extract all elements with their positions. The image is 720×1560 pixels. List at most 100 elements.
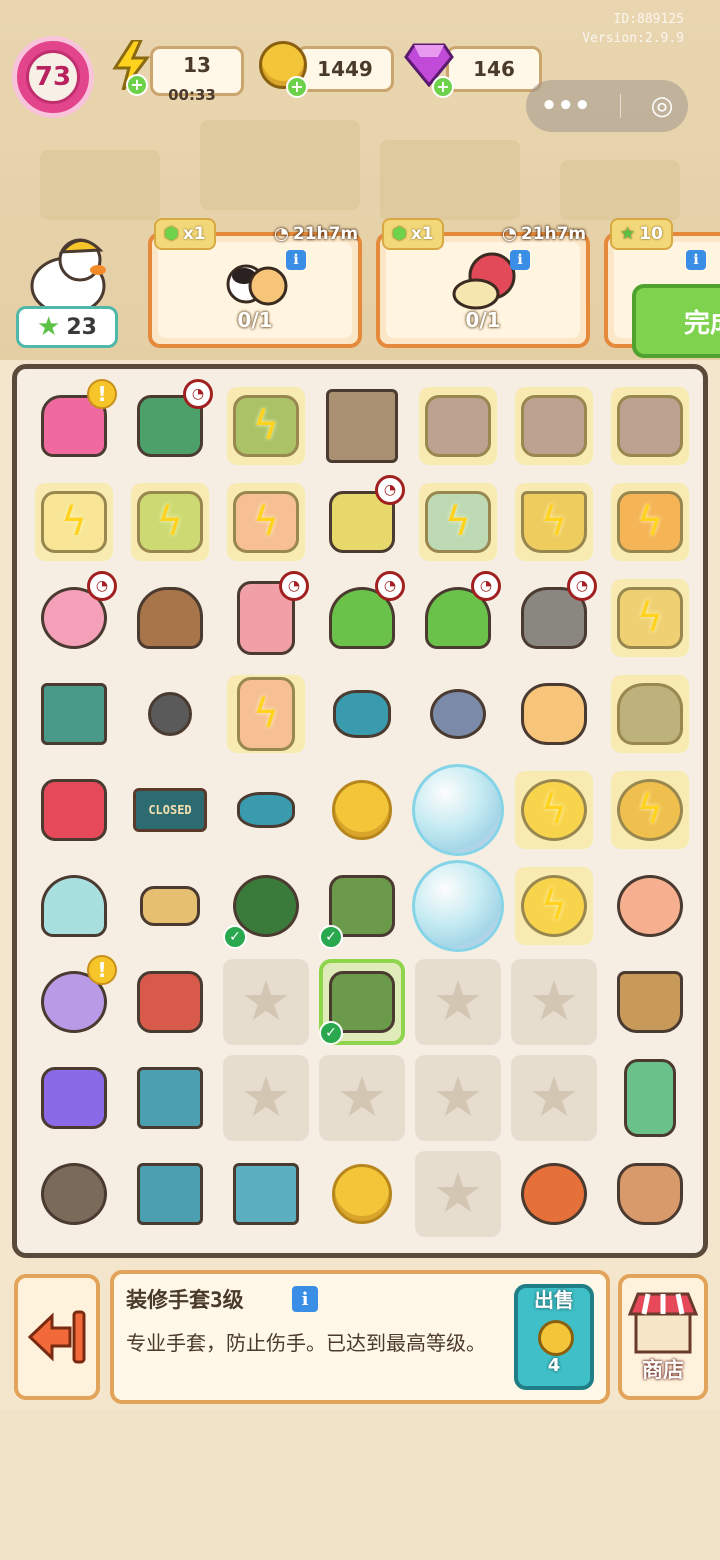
empty-board-cell[interactable]: [511, 959, 597, 1045]
item-water-gun[interactable]: [31, 1055, 117, 1141]
item-flamingo-float[interactable]: ◔: [31, 571, 117, 661]
order-card-2[interactable]: ⬢ x1 ◔ 21h7m i 0/1: [376, 218, 590, 348]
clock-icon: ◔: [87, 571, 117, 601]
star-counter[interactable]: ★ 23: [16, 306, 118, 348]
item-cat-basket-locked[interactable]: ϟ: [607, 575, 693, 661]
more-options-icon[interactable]: •••: [541, 91, 591, 121]
background-shelf: [380, 140, 520, 220]
item-wicker-basket[interactable]: [607, 959, 693, 1045]
gem-value: 146: [473, 57, 515, 81]
complete-order-button[interactable]: 完成: [632, 284, 720, 358]
item-pink-fridge-locked[interactable]: ϟ: [223, 479, 309, 565]
item-gold-coins-locked[interactable]: ϟ: [511, 863, 597, 949]
item-potted-tree[interactable]: ◔: [415, 571, 501, 661]
order-info-button[interactable]: i: [686, 250, 706, 270]
energy-value: 13: [183, 53, 211, 77]
gem-counter[interactable]: 146: [446, 46, 542, 92]
item-pink-fridge[interactable]: ◔: [223, 571, 309, 661]
item-barbell-bench[interactable]: [223, 1151, 309, 1237]
exit-button[interactable]: [14, 1274, 100, 1400]
item-small-puddle[interactable]: [223, 767, 309, 853]
empty-board-cell[interactable]: [223, 1055, 309, 1141]
item-title-text: 装修手套3级: [126, 1288, 244, 1312]
item-garbage-bag-locked[interactable]: [607, 671, 693, 757]
item-hamster[interactable]: [511, 671, 597, 757]
empty-board-cell[interactable]: [223, 959, 309, 1045]
item-work-gloves[interactable]: ✓: [319, 863, 405, 949]
item-green-box-locked[interactable]: ϟ: [223, 383, 309, 469]
clock-icon: ◔: [183, 379, 213, 409]
item-angle-grinder[interactable]: ✓: [223, 863, 309, 949]
item-exercise-bench[interactable]: [127, 1055, 213, 1141]
item-bubble-tape-measure[interactable]: [412, 860, 504, 952]
check-icon: ✓: [319, 925, 343, 949]
item-unicorn-float[interactable]: !: [31, 955, 117, 1045]
item-key-with-tag[interactable]: [127, 863, 213, 949]
item-work-gloves-selected[interactable]: ✓: [319, 959, 405, 1045]
order-progress: 0/1: [237, 308, 273, 332]
lightning-icon: ϟ: [252, 691, 280, 737]
item-info-icon[interactable]: i: [292, 1286, 318, 1312]
item-helmet[interactable]: [31, 863, 117, 949]
item-toy-truck[interactable]: [31, 767, 117, 853]
item-purple-junk-pile-locked[interactable]: [415, 383, 501, 469]
item-pink-fridge-locked[interactable]: ϟ: [223, 671, 309, 757]
item-clay-pot[interactable]: [607, 1151, 693, 1237]
add-energy-button[interactable]: +: [126, 74, 148, 96]
item-caster-wheel[interactable]: [127, 671, 213, 757]
item-title: 装修手套3级: [126, 1284, 244, 1314]
item-gold-pile-locked[interactable]: ϟ: [511, 767, 597, 853]
player-level-badge[interactable]: 73: [12, 36, 94, 118]
lightning-icon: ϟ: [636, 595, 664, 641]
item-coin-stack[interactable]: [319, 767, 405, 853]
item-firewood-pile[interactable]: [127, 575, 213, 661]
item-purple-junk-pile-locked[interactable]: [511, 383, 597, 469]
item-frying-pan[interactable]: [31, 1151, 117, 1237]
order-info-button[interactable]: i: [510, 250, 530, 270]
item-green-printer[interactable]: ◔: [127, 379, 213, 469]
item-teal-puddle[interactable]: [319, 671, 405, 757]
order-info-button[interactable]: i: [286, 250, 306, 270]
check-icon: ✓: [319, 1021, 343, 1045]
item-blue-tray-locked[interactable]: ϟ: [415, 479, 501, 565]
exp-icon: ⬢: [392, 224, 407, 244]
order-item-hamsters: [222, 252, 292, 308]
item-high-chair[interactable]: [31, 671, 117, 757]
item-purple-junk-pile-locked[interactable]: [607, 383, 693, 469]
add-gems-button[interactable]: +: [432, 76, 454, 98]
item-chick-cart-locked[interactable]: ϟ: [31, 479, 117, 565]
order-card-1[interactable]: ⬢ x1 ◔ 21h7m i 0/1: [148, 218, 362, 348]
close-mini-program-icon[interactable]: ◎: [651, 91, 674, 121]
item-closed-sign[interactable]: CLOSED: [127, 767, 213, 853]
lightning-icon: ϟ: [252, 403, 280, 449]
item-gold-coin[interactable]: [319, 1151, 405, 1237]
empty-board-cell[interactable]: [511, 1055, 597, 1141]
item-wooden-cabinet[interactable]: [319, 383, 405, 469]
order-timer-value: 21h7m: [292, 224, 359, 244]
item-grey-garbage-bag[interactable]: ◔: [511, 571, 597, 661]
shop-button[interactable]: 商店: [618, 1274, 708, 1400]
item-snail[interactable]: [415, 671, 501, 757]
empty-board-cell[interactable]: [415, 959, 501, 1045]
add-coins-button[interactable]: +: [286, 76, 308, 98]
item-bubble-pruning-shears[interactable]: [412, 764, 504, 856]
item-bucket-locked[interactable]: ϟ: [511, 479, 597, 565]
coin-counter[interactable]: 1449: [296, 46, 394, 92]
empty-board-cell[interactable]: [415, 1055, 501, 1141]
background-shelf: [560, 160, 680, 220]
item-plasma-ball[interactable]: [607, 863, 693, 949]
version-label: Version:2.9.9: [582, 31, 684, 46]
item-chainsaw[interactable]: [127, 959, 213, 1045]
item-carrot-basket-locked[interactable]: ϟ: [607, 479, 693, 565]
item-potted-tree[interactable]: ◔: [319, 571, 405, 661]
empty-board-cell[interactable]: [415, 1151, 501, 1237]
empty-board-cell[interactable]: [319, 1055, 405, 1141]
item-cart-with-weights[interactable]: ◔: [319, 475, 405, 565]
item-treasure-pile-locked[interactable]: ϟ: [607, 767, 693, 853]
item-orange-plant-pot[interactable]: [511, 1151, 597, 1237]
item-sit-up-bench[interactable]: [127, 1151, 213, 1237]
item-pink-backpack[interactable]: !: [31, 379, 117, 469]
item-laptop-locked[interactable]: ϟ: [127, 479, 213, 565]
sell-button[interactable]: 出售 4: [514, 1284, 594, 1390]
item-standing-mirror[interactable]: [607, 1055, 693, 1141]
